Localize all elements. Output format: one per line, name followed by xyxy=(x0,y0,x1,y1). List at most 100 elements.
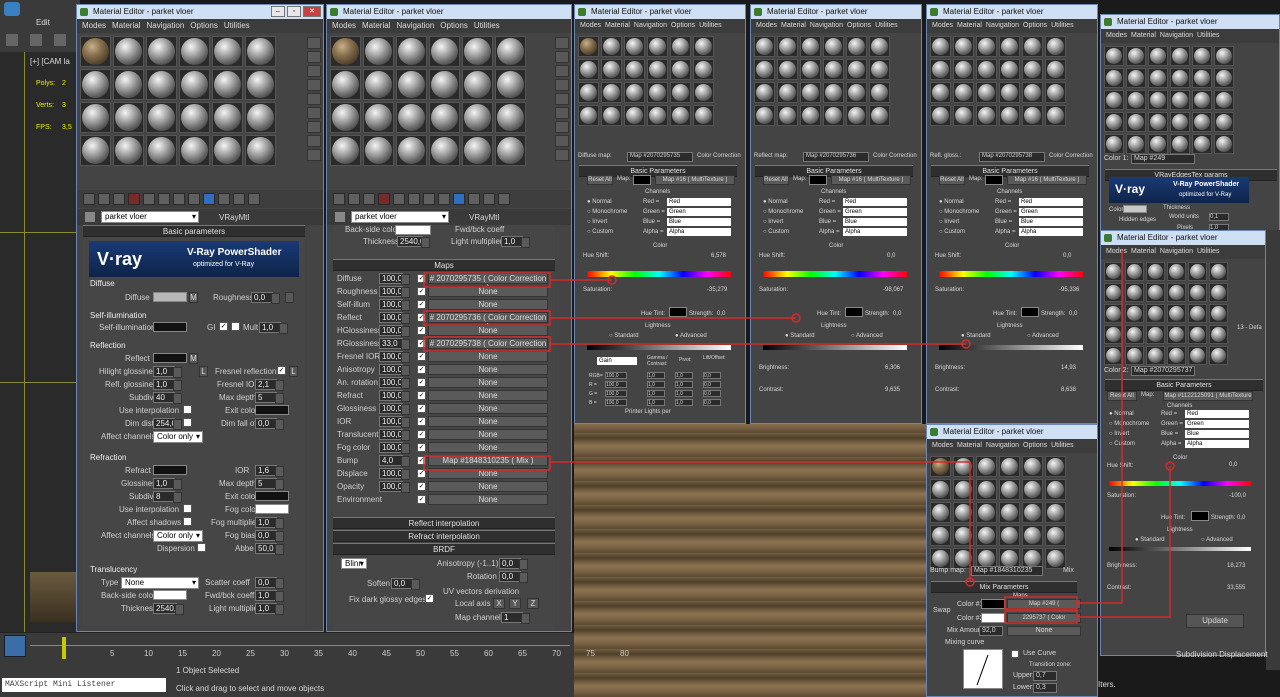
navigator-icon[interactable] xyxy=(307,149,321,161)
sample-slot[interactable] xyxy=(578,105,599,126)
sample-slot[interactable] xyxy=(647,105,668,126)
map-slot-button[interactable]: None xyxy=(428,494,548,505)
sample-slot[interactable] xyxy=(212,36,243,67)
sample-slot[interactable] xyxy=(1022,82,1043,103)
put-library-icon[interactable] xyxy=(423,193,435,205)
sample-slot[interactable] xyxy=(869,59,890,80)
sample-slot[interactable] xyxy=(212,102,243,133)
sample-slot[interactable] xyxy=(1022,525,1043,546)
menu-material[interactable]: Material xyxy=(957,19,982,33)
mix-amount-map-button[interactable]: None xyxy=(1007,626,1081,636)
sample-slot[interactable] xyxy=(1214,90,1234,110)
refr-subdivs-input[interactable]: 8 xyxy=(153,491,182,503)
background-icon[interactable] xyxy=(307,65,321,77)
hue-tint-swatch[interactable] xyxy=(669,307,687,317)
hue-tint-swatch[interactable] xyxy=(1021,307,1039,317)
map-enable-checkbox[interactable]: ✓ xyxy=(417,482,426,491)
sample-slot[interactable] xyxy=(80,102,111,133)
lower-input[interactable]: 0,3 xyxy=(1033,683,1057,693)
sample-slot[interactable] xyxy=(1104,112,1124,132)
sample-slot[interactable] xyxy=(113,102,144,133)
menu-options[interactable]: Options xyxy=(1023,19,1047,33)
map-value[interactable]: Map #16 ( MultiTexture ) xyxy=(655,175,735,185)
rollout-refract-interp[interactable]: Refract interpolation xyxy=(333,530,555,542)
reset-all-button[interactable]: Reset All xyxy=(763,175,789,185)
map-swatch[interactable] xyxy=(633,175,651,185)
uv-tiling-icon[interactable] xyxy=(555,79,569,91)
video-check-icon[interactable] xyxy=(555,93,569,105)
sample-slot[interactable] xyxy=(1104,134,1124,154)
map-enable-checkbox[interactable]: ✓ xyxy=(417,352,426,361)
rollout-mix-params[interactable]: Mix Parameters xyxy=(931,581,1077,593)
sample-slot[interactable] xyxy=(930,502,951,523)
go-sibling-icon[interactable] xyxy=(248,193,260,205)
sample-slot[interactable] xyxy=(1104,283,1123,302)
map-amount-input[interactable]: 100,0 xyxy=(379,429,410,441)
time-marker[interactable] xyxy=(62,637,66,659)
map-amount-input[interactable]: 100,0 xyxy=(379,377,410,389)
sample-slot[interactable] xyxy=(462,102,493,133)
sample-slot[interactable] xyxy=(823,59,844,80)
go-sibling-icon[interactable] xyxy=(498,193,510,205)
map-enable-checkbox[interactable]: ✓ xyxy=(417,456,426,465)
menu-material[interactable]: Material xyxy=(781,19,806,33)
menu-modes[interactable]: Modes xyxy=(1106,29,1127,43)
sample-slot[interactable] xyxy=(495,36,526,67)
sample-slot[interactable] xyxy=(1146,325,1165,344)
sample-slot[interactable] xyxy=(670,36,691,57)
sample-slot[interactable] xyxy=(1192,46,1212,66)
advanced-radio[interactable]: ● Advanced xyxy=(675,333,707,339)
video-check-icon[interactable] xyxy=(307,93,321,105)
sample-slot[interactable] xyxy=(146,36,177,67)
preview-icon[interactable] xyxy=(307,107,321,119)
map-amount-input[interactable]: 100,0 xyxy=(379,468,410,480)
saturation-value[interactable]: -100,0 xyxy=(1229,493,1246,499)
map-slot-button[interactable]: None xyxy=(428,299,548,310)
sample-slot[interactable] xyxy=(647,82,668,103)
contrast-value[interactable]: 33,555 xyxy=(1227,585,1245,591)
menu-utilities[interactable]: Utilities xyxy=(1197,29,1220,43)
map-slot-button[interactable]: None xyxy=(428,403,548,414)
timeline[interactable]: 5 10 15 20 25 30 35 40 45 50 55 60 65 70 75 80 xyxy=(0,632,629,662)
viewport-label[interactable]: [+] [CAM la xyxy=(30,57,70,66)
sample-slot[interactable] xyxy=(999,525,1020,546)
map-value[interactable]: Map #16 ( MultiTexture ) xyxy=(831,175,911,185)
swap-button[interactable]: Swap xyxy=(933,607,951,614)
map-amount-input[interactable]: 4,0 xyxy=(379,455,410,467)
sample-slot[interactable] xyxy=(1022,456,1043,477)
assign-icon[interactable] xyxy=(113,193,125,205)
sample-slot[interactable] xyxy=(1192,112,1212,132)
refr-affect-dropdown[interactable]: Color only xyxy=(153,530,203,542)
sample-slot[interactable] xyxy=(624,105,645,126)
menu-navigation[interactable]: Navigation xyxy=(1160,29,1193,43)
map-amount-input[interactable]: 100,0 xyxy=(379,312,410,324)
sample-slot[interactable] xyxy=(1022,502,1043,523)
copy-icon[interactable] xyxy=(143,193,155,205)
dispersion-checkbox[interactable] xyxy=(197,543,206,552)
sample-slot[interactable] xyxy=(113,36,144,67)
channel-radio[interactable]: ○ Invert xyxy=(587,219,607,225)
sample-slot[interactable] xyxy=(245,135,276,166)
sample-slot[interactable] xyxy=(429,135,460,166)
back-side-swatch[interactable] xyxy=(395,225,431,235)
preview-icon[interactable] xyxy=(555,107,569,119)
sample-slot[interactable] xyxy=(624,59,645,80)
advanced-gain-value[interactable]: 100,0 xyxy=(605,390,627,397)
menu-edit[interactable]: Edit xyxy=(36,18,50,27)
channel-dropdown[interactable]: Alpha xyxy=(1185,440,1249,448)
menu-material[interactable]: Material xyxy=(362,19,390,33)
map-name[interactable]: Map #1848310235 xyxy=(971,566,1043,576)
map-slot-button[interactable]: None xyxy=(428,429,548,440)
sample-slot[interactable] xyxy=(1170,90,1190,110)
sample-slot[interactable] xyxy=(396,135,427,166)
sample-slot[interactable] xyxy=(80,135,111,166)
sample-slot[interactable] xyxy=(1214,112,1234,132)
fix-dark-checkbox[interactable]: ✓ xyxy=(425,594,434,603)
sample-slot[interactable] xyxy=(601,82,622,103)
color2-swatch[interactable] xyxy=(981,613,1005,623)
sample-slot[interactable] xyxy=(1167,283,1186,302)
scatter-input[interactable]: 0,0 xyxy=(255,577,284,589)
material-name-field[interactable]: parket vloer xyxy=(351,211,449,223)
put-library-icon[interactable] xyxy=(173,193,185,205)
sample-slot[interactable] xyxy=(754,82,775,103)
